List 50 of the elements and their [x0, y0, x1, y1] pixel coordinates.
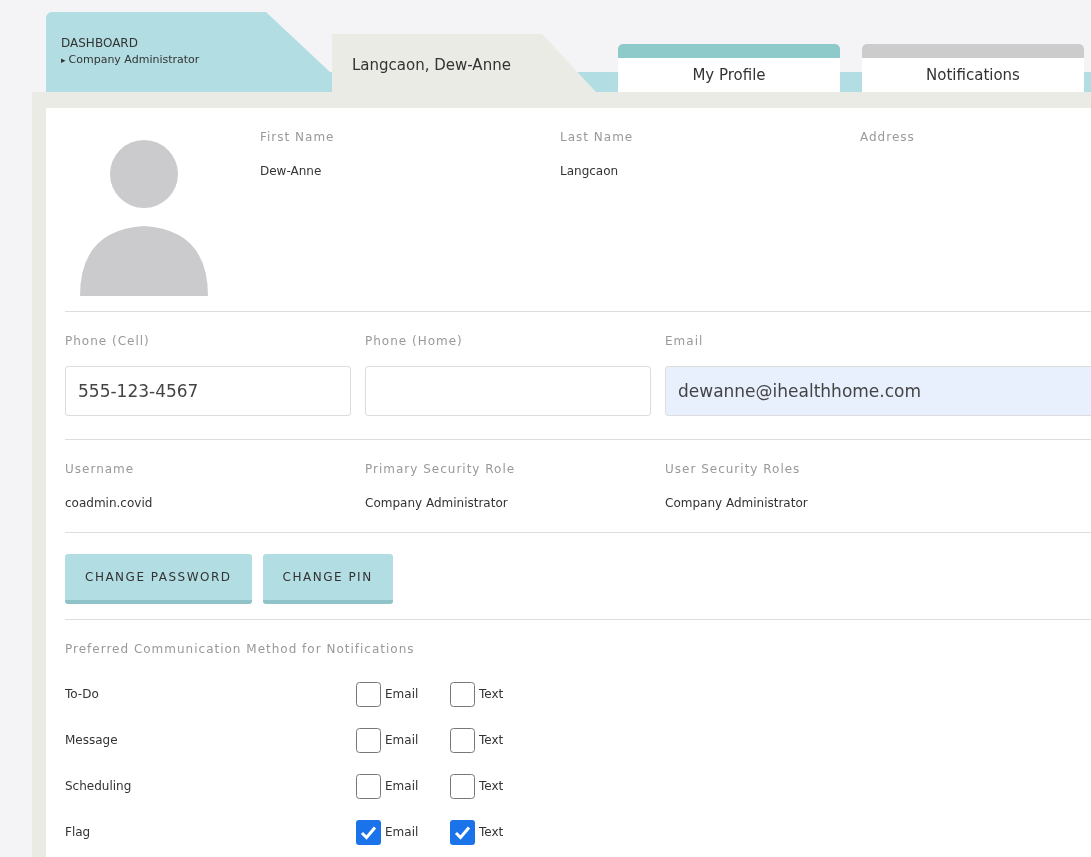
dashboard-title: DASHBOARD [61, 35, 139, 52]
checkbox[interactable] [356, 773, 381, 799]
row-label: To-Do [65, 686, 100, 703]
row-label: Scheduling [65, 778, 133, 795]
tab-label: Notifications [925, 65, 1021, 86]
section-heading: Preferred Communication Method for Notifications [65, 641, 416, 658]
field-value: Company Administrator [365, 495, 509, 512]
field-label: Phone (Cell) [65, 333, 151, 350]
dashboard-tab[interactable]: DASHBOARD ▸ Company Administrator [46, 12, 330, 72]
option-label: Email [385, 686, 419, 703]
checkbox[interactable] [450, 681, 475, 707]
input-field[interactable] [365, 366, 651, 416]
checkbox[interactable] [450, 727, 475, 753]
field-label: Phone (Home) [365, 333, 464, 350]
field-label: First Name [260, 129, 336, 146]
field-value: Langcaon [560, 163, 620, 180]
option-label: Email [385, 824, 419, 841]
checkbox[interactable] [450, 819, 475, 845]
field-value: coadmin.covid [65, 495, 154, 512]
field-label: User Security Roles [665, 461, 802, 478]
row-label: Flag [65, 824, 92, 841]
checkbox[interactable] [356, 727, 381, 753]
action-button[interactable]: CHANGE PASSWORD [65, 554, 252, 604]
tab[interactable]: Notifications [862, 44, 1084, 92]
caret-icon: ▸ [61, 53, 66, 67]
field-label: Last Name [560, 129, 635, 146]
row-label: Message [65, 732, 119, 749]
option-label: Email [385, 778, 419, 795]
action-button[interactable]: CHANGE PIN [262, 554, 393, 604]
option-label: Email [385, 732, 419, 749]
input-field[interactable]: 555-123-4567 [65, 366, 351, 416]
field-label: Address [860, 129, 916, 146]
checkbox[interactable] [356, 681, 381, 707]
option-label: Text [479, 824, 504, 841]
option-label: Text [479, 778, 504, 795]
field-label: Username [65, 461, 136, 478]
option-label: Text [479, 732, 504, 749]
tab-label: My Profile [691, 65, 767, 86]
checkbox[interactable] [450, 773, 475, 799]
checkbox[interactable] [356, 819, 381, 845]
field-value: Dew-Anne [260, 163, 323, 180]
tab[interactable]: My Profile [618, 44, 840, 92]
field-label: Email [665, 333, 705, 350]
avatar-icon [80, 140, 208, 296]
record-tab[interactable]: Langcaon, Dew-Anne [332, 34, 596, 92]
role-subtitle: Company Administrator [68, 52, 200, 68]
input-field[interactable]: dewanne@ihealthhome.com [665, 366, 1091, 416]
field-label: Primary Security Role [365, 461, 517, 478]
field-value: Company Administrator [665, 495, 809, 512]
option-label: Text [479, 686, 504, 703]
